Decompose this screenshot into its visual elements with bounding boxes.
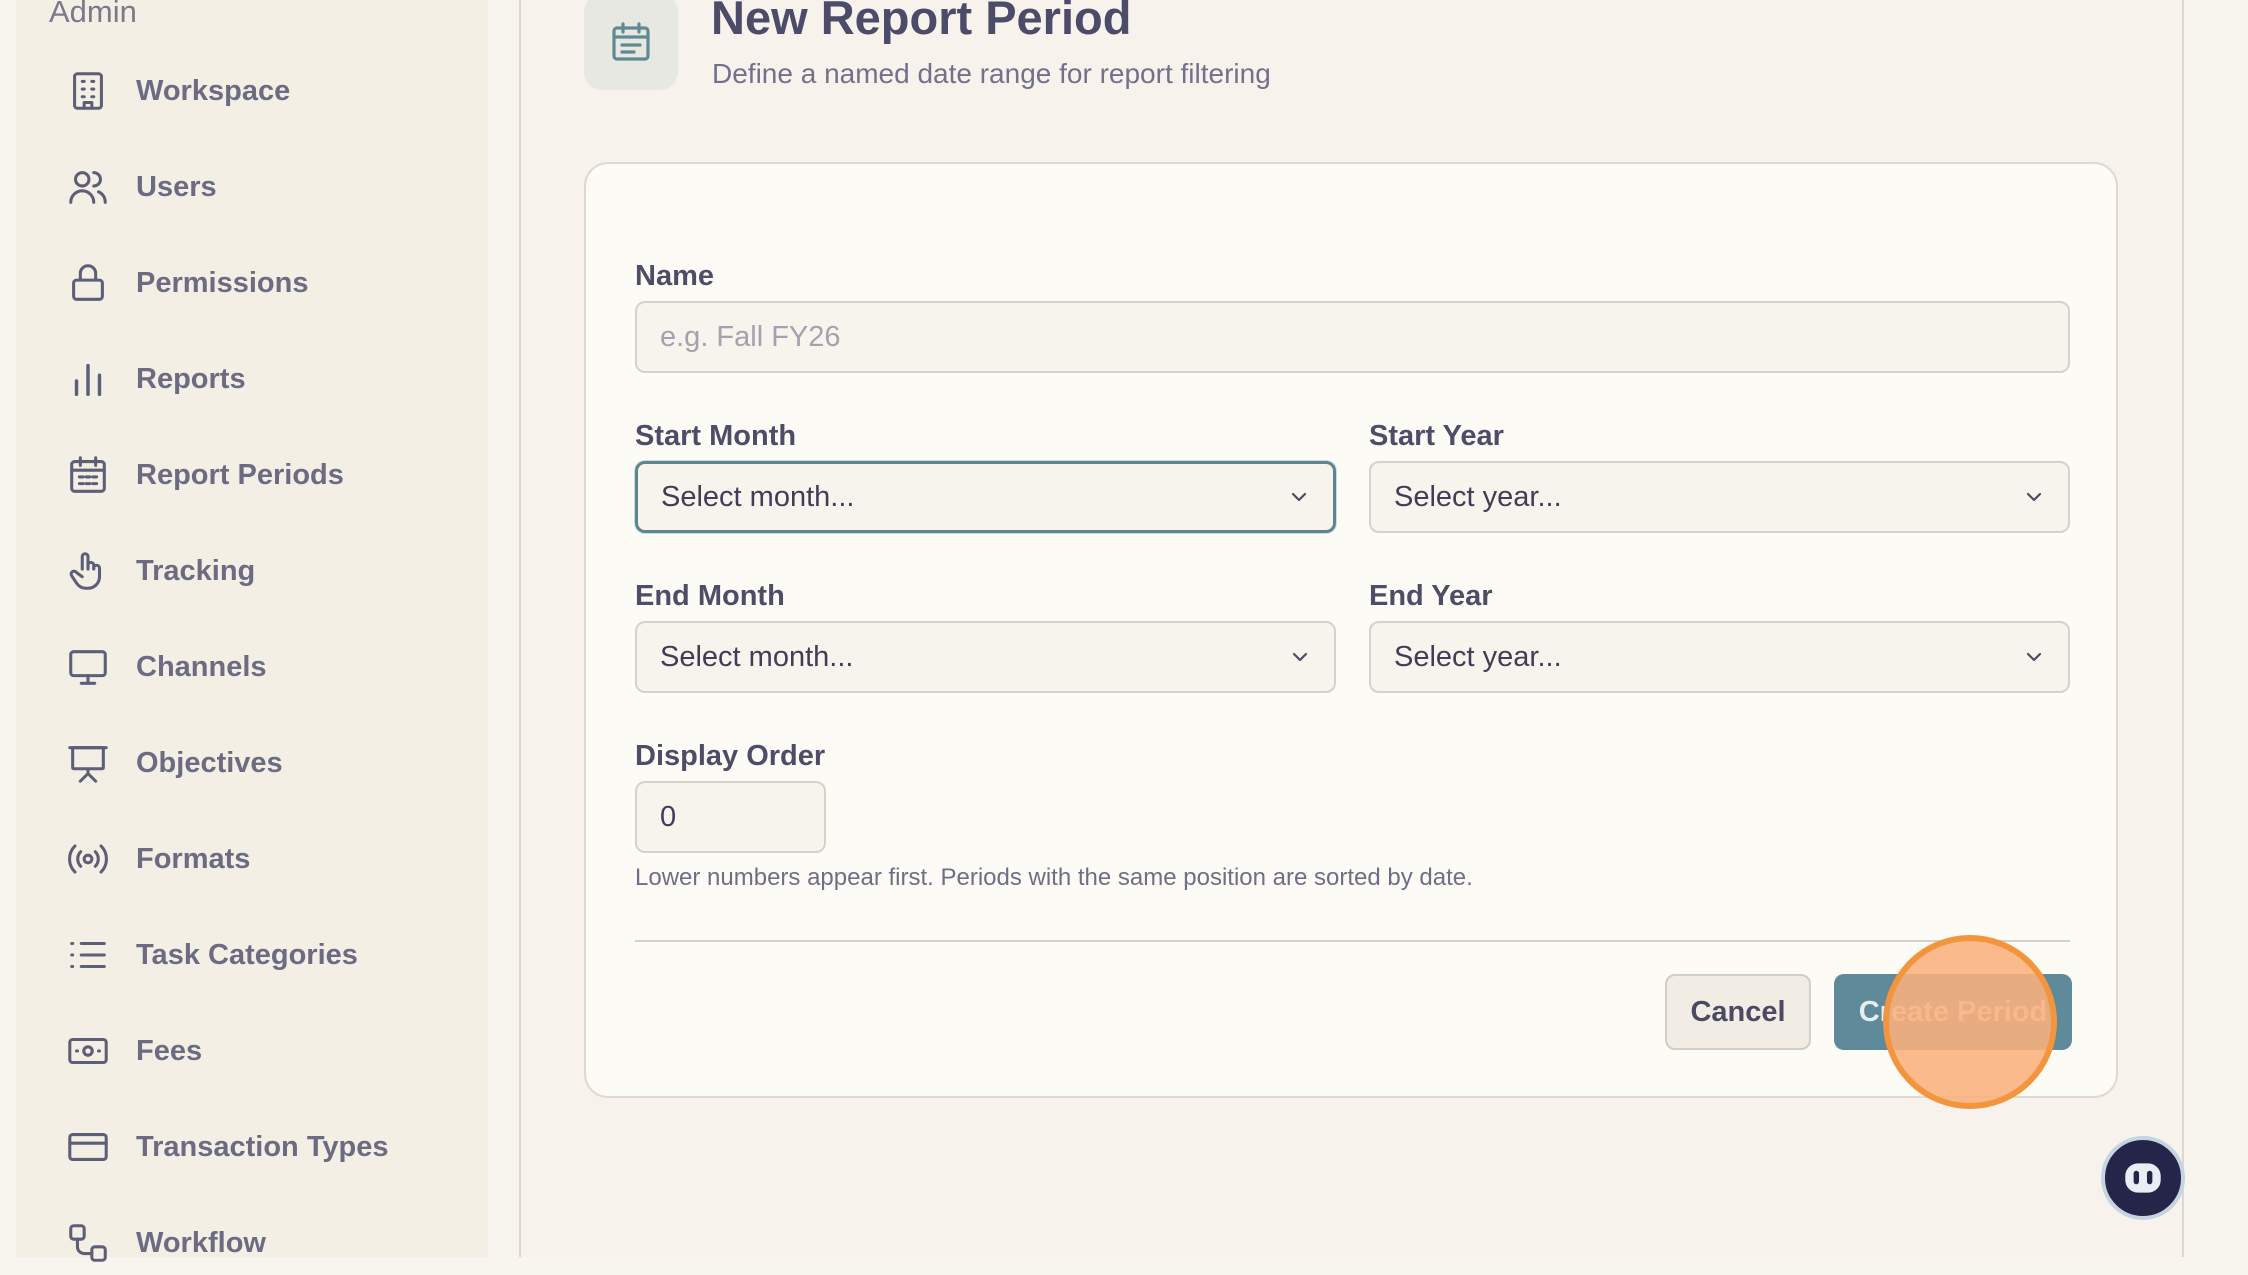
chevron-down-icon [1292, 652, 1308, 662]
page-subtitle: Define a named date range for report fil… [712, 58, 1271, 89]
end-year-value: Select year... [1394, 640, 1562, 673]
header-calendar-icon [584, 0, 678, 90]
sidebar-item-task-categories[interactable]: Task Categories [64, 923, 358, 987]
sidebar-item-label: Users [136, 170, 217, 203]
sidebar-item-label: Tracking [136, 554, 256, 587]
assistant-launcher-button[interactable] [2101, 1136, 2185, 1220]
admin-sidebar: Admin Workspace Users Permissions Report… [16, 0, 488, 1262]
sidebar-item-label: Workspace [136, 74, 291, 107]
new-report-period-form: Name Start Month Select month... Start Y… [584, 162, 2118, 1098]
workflow-icon [64, 1219, 112, 1267]
banknote-icon [64, 1027, 112, 1075]
list-icon [64, 931, 112, 979]
start-year-label: Start Year [1369, 420, 1504, 452]
start-year-select[interactable]: Select year... [1369, 461, 2070, 533]
main-left-border [519, 0, 521, 1257]
sidebar-item-reports[interactable]: Reports [64, 347, 246, 411]
end-month-label: End Month [635, 580, 785, 612]
display-order-input[interactable] [635, 781, 826, 853]
sidebar-item-workspace[interactable]: Workspace [64, 59, 290, 123]
main-right-border [2182, 0, 2184, 1257]
sidebar-item-label: Report Periods [136, 458, 344, 491]
sidebar-item-report-periods[interactable]: Report Periods [64, 443, 344, 507]
create-period-button[interactable]: Create Period [1834, 974, 2072, 1050]
chevron-down-icon [2026, 492, 2042, 502]
sidebar-item-formats[interactable]: Formats [64, 827, 250, 891]
sidebar-item-label: Permissions [136, 266, 309, 299]
end-year-label: End Year [1369, 580, 1493, 612]
start-month-select[interactable]: Select month... [635, 461, 1336, 533]
name-label: Name [635, 260, 714, 292]
sidebar-item-objectives[interactable]: Objectives [64, 731, 283, 795]
form-divider [635, 940, 2070, 942]
monitor-icon [64, 643, 112, 691]
end-month-value: Select month... [660, 640, 854, 673]
chevron-down-icon [1291, 492, 1307, 502]
chevron-down-icon [2026, 652, 2042, 662]
display-order-help-text: Lower numbers appear first. Periods with… [635, 864, 1473, 891]
end-year-select[interactable]: Select year... [1369, 621, 2070, 693]
sidebar-item-workflow[interactable]: Workflow [64, 1211, 266, 1275]
credit-card-icon [64, 1123, 112, 1171]
sidebar-item-label: Fees [136, 1034, 203, 1067]
name-input[interactable] [635, 301, 2070, 373]
broadcast-icon [64, 835, 112, 883]
sidebar-heading: Admin [49, 0, 137, 29]
presentation-icon [64, 739, 112, 787]
end-month-select[interactable]: Select month... [635, 621, 1336, 693]
building-icon [64, 67, 112, 115]
sidebar-item-label: Reports [136, 362, 246, 395]
pointer-hand-icon [64, 547, 112, 595]
sidebar-item-label: Objectives [136, 746, 283, 779]
lock-icon [64, 259, 112, 307]
sidebar-item-transaction-types[interactable]: Transaction Types [64, 1115, 389, 1179]
bar-chart-icon [64, 355, 112, 403]
cancel-button[interactable]: Cancel [1665, 974, 1811, 1050]
sidebar-item-users[interactable]: Users [64, 155, 217, 219]
start-month-label: Start Month [635, 420, 797, 452]
sidebar-item-label: Formats [136, 842, 251, 875]
sidebar-item-label: Workflow [136, 1226, 266, 1259]
sidebar-item-label: Transaction Types [136, 1130, 389, 1163]
sidebar-item-channels[interactable]: Channels [64, 635, 267, 699]
page-title: New Report Period [711, 0, 1132, 44]
calendar-icon [64, 451, 112, 499]
start-month-value: Select month... [661, 480, 855, 513]
sidebar-item-permissions[interactable]: Permissions [64, 251, 308, 315]
start-year-value: Select year... [1394, 480, 1562, 513]
robot-icon [2125, 1163, 2161, 1193]
sidebar-item-tracking[interactable]: Tracking [64, 539, 255, 603]
sidebar-item-label: Task Categories [136, 938, 358, 971]
sidebar-item-label: Channels [136, 650, 267, 683]
users-icon [64, 163, 112, 211]
display-order-label: Display Order [635, 740, 826, 772]
sidebar-item-fees[interactable]: Fees [64, 1019, 202, 1083]
